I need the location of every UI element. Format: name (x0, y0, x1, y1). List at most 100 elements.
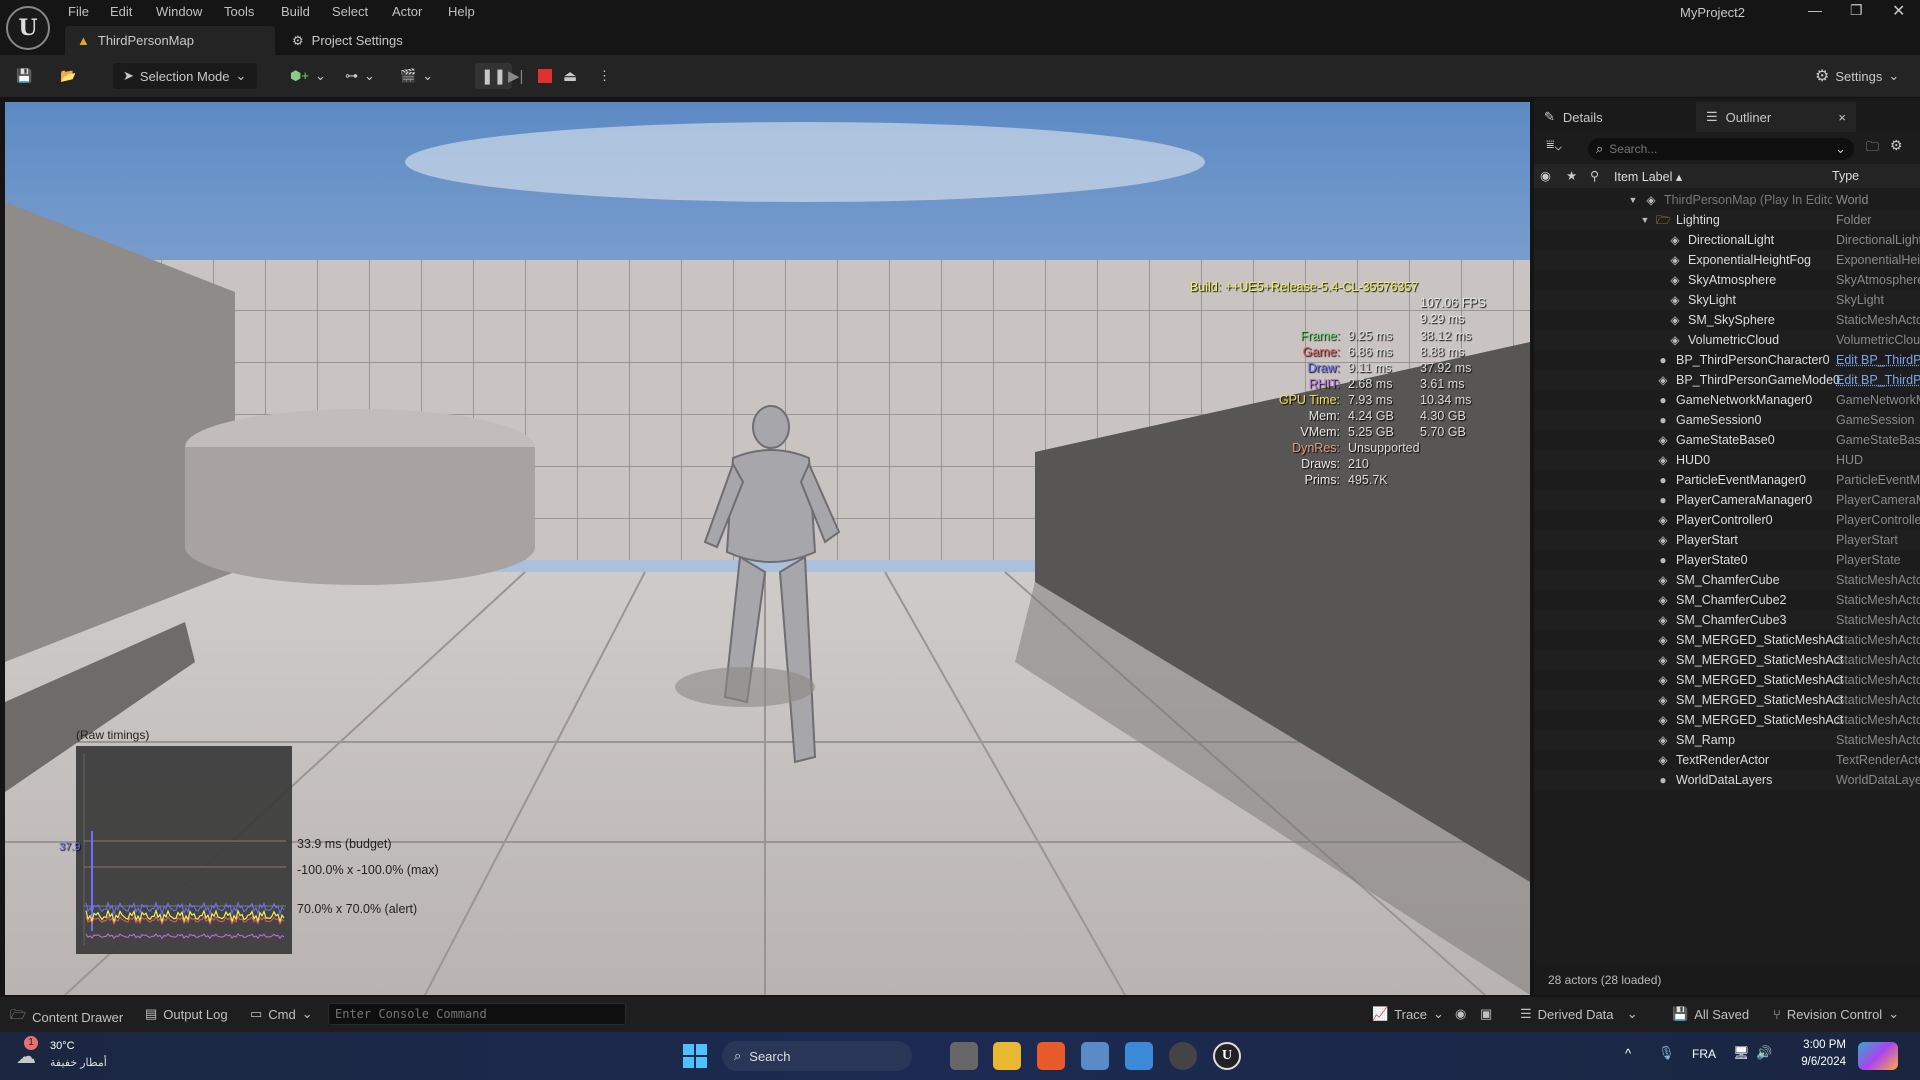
menu-actor[interactable]: Actor (392, 4, 422, 19)
outliner-row[interactable]: ◈ GameStateBase0 GameStateBase (1534, 430, 1920, 450)
outliner-row[interactable]: ● BP_ThirdPersonCharacter0 Edit BP_Third… (1534, 350, 1920, 370)
item-type[interactable]: Edit BP_ThirdPersonCharacter (1836, 353, 1920, 367)
add-folder-icon[interactable]: 🗀 (1866, 138, 1879, 160)
outliner-row[interactable]: ◈ BP_ThirdPersonGameMode0 Edit BP_ThirdP… (1534, 370, 1920, 390)
outliner-row[interactable]: ◈ HUD0 HUD (1534, 450, 1920, 470)
taskbar-search[interactable]: ⌕ Search (722, 1041, 912, 1071)
minimize-button[interactable]: — (1808, 2, 1822, 18)
microphone-icon[interactable]: 🎙 (1658, 1045, 1675, 1061)
outliner-row[interactable]: ◈ SM_MERGED_StaticMeshActor StaticMeshAc… (1534, 650, 1920, 670)
unreal-taskbar-icon[interactable]: U (1213, 1042, 1241, 1070)
outliner-row[interactable]: ▼ 🗁 Lighting Folder (1534, 210, 1920, 230)
menu-window[interactable]: Window (156, 4, 202, 19)
outliner-row[interactable]: ◈ SM_SkySphere StaticMeshActor (1534, 310, 1920, 330)
outliner-row[interactable]: ◈ PlayerStart PlayerStart (1534, 530, 1920, 550)
task-view-icon[interactable] (950, 1042, 978, 1070)
clock-time[interactable]: 3:00 PM (1790, 1039, 1846, 1051)
outliner-row[interactable]: ◈ VolumetricCloud VolumetricCloud (1534, 330, 1920, 350)
obs-icon[interactable] (1169, 1042, 1197, 1070)
photos-icon[interactable] (1081, 1042, 1109, 1070)
outliner-row[interactable]: ◈ ExponentialHeightFog ExponentialHeight… (1534, 250, 1920, 270)
expand-arrow-icon[interactable]: ▼ (1626, 193, 1640, 207)
cinematics-button[interactable]: 🎬 ⌄ (400, 63, 433, 89)
col-type[interactable]: Type (1832, 169, 1859, 183)
language-indicator[interactable]: FRA (1692, 1047, 1716, 1061)
outliner-row[interactable]: ◈ SM_MERGED_StaticMeshActor StaticMeshAc… (1534, 630, 1920, 650)
browse-icon[interactable]: 📂 (60, 63, 76, 89)
file-explorer-icon[interactable] (993, 1042, 1021, 1070)
outliner-row[interactable]: ● WorldDataLayers WorldDataLayers (1534, 770, 1920, 790)
outliner-row[interactable]: ● GameSession0 GameSession (1534, 410, 1920, 430)
selection-mode-dropdown[interactable]: ➤ Selection Mode ⌄ (113, 63, 257, 89)
brave-icon[interactable] (1037, 1042, 1065, 1070)
outliner-row[interactable]: ◈ DirectionalLight DirectionalLight (1534, 230, 1920, 250)
outliner-row[interactable]: ◈ SM_ChamferCube2 StaticMeshActor (1534, 590, 1920, 610)
menu-select[interactable]: Select (332, 4, 368, 19)
add-actor-button[interactable]: ⬢+ ⌄ (290, 63, 326, 89)
network-icon[interactable]: 🖥 (1733, 1045, 1750, 1061)
console-input[interactable] (328, 1003, 626, 1025)
unreal-logo[interactable]: U (6, 6, 50, 50)
pin-icon[interactable]: ⚲ (1590, 168, 1599, 183)
outliner-row[interactable]: ● ParticleEventManager0 ParticleEventMan… (1534, 470, 1920, 490)
filter-icon[interactable]: ⩸⌄ (1546, 136, 1562, 153)
outliner-row[interactable]: ◈ TextRenderActor TextRenderActor (1534, 750, 1920, 770)
outliner-row[interactable]: ◈ SM_Ramp StaticMeshActor (1534, 730, 1920, 750)
volume-icon[interactable]: 🔊 (1756, 1045, 1772, 1061)
menu-file[interactable]: File (68, 4, 89, 19)
outliner-row[interactable]: ◈ SM_MERGED_StaticMeshActor StaticMeshAc… (1534, 690, 1920, 710)
content-drawer-button[interactable]: 🗁 Content Drawer (10, 1006, 123, 1028)
close-tab-icon[interactable]: × (1838, 110, 1846, 125)
outliner-row[interactable]: ● GameNetworkManager0 GameNetworkManager (1534, 390, 1920, 410)
save-icon[interactable]: 💾 (16, 63, 32, 89)
menu-tools[interactable]: Tools (224, 4, 254, 19)
close-button[interactable]: ✕ (1892, 1, 1905, 21)
outliner-row[interactable]: ◈ PlayerController0 PlayerController (1534, 510, 1920, 530)
outliner-row[interactable]: ◈ SkyAtmosphere SkyAtmosphere (1534, 270, 1920, 290)
app-icon[interactable] (1125, 1042, 1153, 1070)
level-viewport[interactable]: Build: ++UE5+Release-5.4-CL-35576357 107… (5, 102, 1530, 995)
item-type[interactable]: Edit BP_ThirdPersonGameMode (1836, 373, 1920, 387)
start-button[interactable] (683, 1044, 707, 1068)
copilot-icon[interactable] (1858, 1042, 1898, 1070)
pause-button[interactable]: ❚❚ (475, 63, 513, 89)
cmd-dropdown[interactable]: ▭ Cmd ⌄ (250, 1006, 313, 1022)
tray-chevron-icon[interactable]: ^ (1625, 1046, 1631, 1061)
clock-date[interactable]: 9/6/2024 (1786, 1056, 1846, 1068)
outliner-row[interactable]: ◈ SkyLight SkyLight (1534, 290, 1920, 310)
step-button[interactable]: ▶| (508, 63, 523, 89)
search-input[interactable] (1609, 142, 1830, 156)
menu-help[interactable]: Help (448, 4, 475, 19)
outliner-row[interactable]: ◈ SM_ChamferCube3 StaticMeshActor (1534, 610, 1920, 630)
outliner-row[interactable]: ◈ SM_MERGED_StaticMeshActor StaticMeshAc… (1534, 710, 1920, 730)
outliner-row[interactable]: ◈ SM_MERGED_StaticMeshActor StaticMeshAc… (1534, 670, 1920, 690)
visibility-eye-icon[interactable]: ◉ (1540, 168, 1551, 183)
screenshot-icon[interactable]: ▣ (1480, 1006, 1492, 1022)
blueprint-button[interactable]: ⊶ ⌄ (345, 63, 375, 89)
tab-details[interactable]: ✎ Details (1534, 102, 1613, 132)
menu-edit[interactable]: Edit (110, 4, 132, 19)
trace-dropdown[interactable]: 📈 Trace ⌄ (1372, 1006, 1444, 1022)
outliner-row[interactable]: ▼ ◈ ThirdPersonMap (Play In Editor) Worl… (1534, 190, 1920, 210)
gear-icon[interactable]: ⚙ (1890, 137, 1903, 154)
tab-project-settings[interactable]: ⚙ Project Settings (280, 26, 415, 55)
tab-thirdpersonmap[interactable]: ▲ ThirdPersonMap (65, 26, 275, 55)
outliner-row[interactable]: ● PlayerCameraManager0 PlayerCameraManag… (1534, 490, 1920, 510)
all-saved-button[interactable]: 💾 All Saved (1672, 1006, 1749, 1022)
eject-button[interactable]: ⏏ (563, 63, 577, 89)
more-options-icon[interactable]: ⋮ (598, 63, 611, 89)
menu-build[interactable]: Build (281, 4, 310, 19)
star-icon[interactable]: ★ (1566, 168, 1577, 183)
stop-button[interactable] (538, 63, 552, 89)
outliner-search[interactable]: ⌕ ⌄ (1588, 138, 1854, 160)
outliner-row[interactable]: ◈ SM_ChamferCube StaticMeshActor (1534, 570, 1920, 590)
revision-control-dropdown[interactable]: ⑂ Revision Control ⌄ (1773, 1006, 1899, 1022)
expand-arrow-icon[interactable]: ▼ (1638, 213, 1652, 227)
restore-button[interactable]: ❐ (1850, 2, 1863, 19)
tab-outliner[interactable]: ☰ Outliner × (1696, 102, 1856, 132)
outliner-row[interactable]: ● PlayerState0 PlayerState (1534, 550, 1920, 570)
col-item-label[interactable]: Item Label ▴ (1614, 169, 1682, 184)
settings-button[interactable]: ⚙ Settings ⌄ (1815, 63, 1899, 89)
output-log-button[interactable]: ▤ Output Log (145, 1006, 228, 1022)
derived-data-dropdown[interactable]: ☰ Derived Data ⌄ (1520, 1006, 1638, 1022)
